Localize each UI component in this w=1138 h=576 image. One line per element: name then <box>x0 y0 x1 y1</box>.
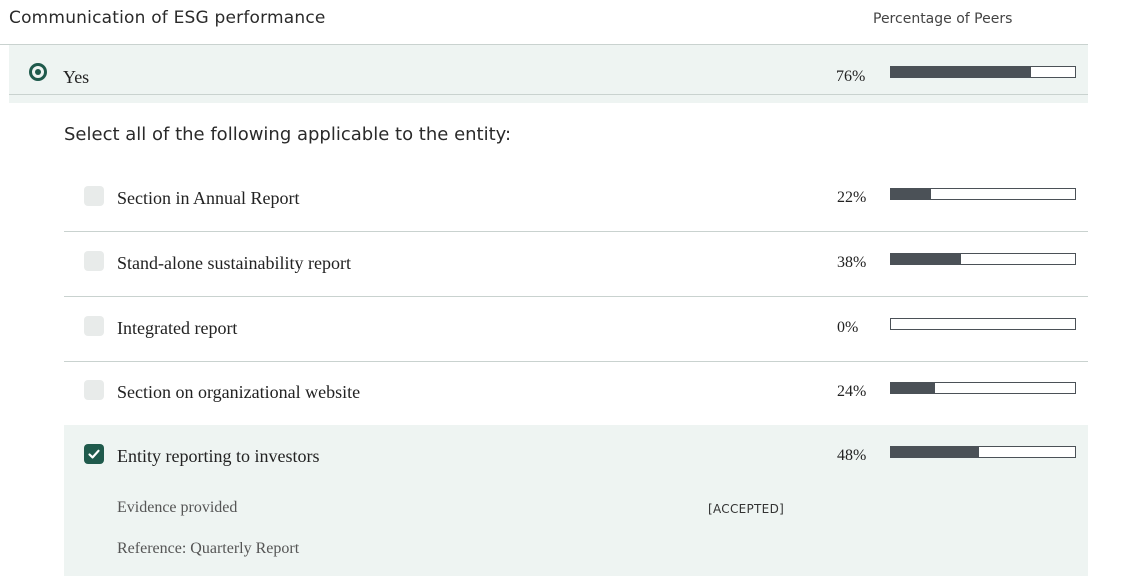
option-label: Integrated report <box>117 318 238 338</box>
peers-column-label: Percentage of Peers <box>873 11 1013 27</box>
option-row[interactable]: Stand-alone sustainability report 38% <box>64 232 1088 297</box>
option-bar <box>890 188 1076 200</box>
option-percent: 0% <box>837 319 859 336</box>
option-row[interactable]: Integrated report 0% <box>64 297 1088 362</box>
evidence-label: Evidence provided <box>117 499 238 516</box>
option-bar-fill <box>891 254 961 264</box>
checkbox-unchecked-icon[interactable] <box>84 380 104 400</box>
option-bar <box>890 253 1076 265</box>
evidence-reference: Reference: Quarterly Report <box>117 540 300 557</box>
option-percent: 48% <box>837 447 867 464</box>
evidence-status: [ACCEPTED] <box>708 502 785 516</box>
option-percent: 22% <box>837 189 867 206</box>
checkbox-checked-icon[interactable] <box>84 444 104 464</box>
checkbox-unchecked-icon[interactable] <box>84 251 104 271</box>
option-bar-fill <box>891 189 932 199</box>
question-title: Communication of ESG performance <box>9 8 326 28</box>
option-bar-fill <box>891 447 980 457</box>
option-label: Stand-alone sustainability report <box>117 253 351 273</box>
option-label: Entity reporting to investors <box>117 446 320 466</box>
question-header: Communication of ESG performance Percent… <box>0 0 1088 45</box>
option-bar <box>890 446 1076 458</box>
option-bar-fill <box>891 383 936 393</box>
option-row-selected[interactable]: Entity reporting to investors 48% Eviden… <box>64 425 1088 576</box>
option-bar <box>890 382 1076 394</box>
checkmark-icon <box>88 449 100 459</box>
answer-yes-percent: 76% <box>836 68 866 85</box>
answer-yes-label: Yes <box>63 67 90 87</box>
answer-yes-bar-fill <box>891 67 1031 77</box>
option-percent: 38% <box>837 254 867 271</box>
option-label: Section in Annual Report <box>117 188 300 208</box>
radio-selected-icon[interactable] <box>29 63 47 81</box>
checkbox-unchecked-icon[interactable] <box>84 316 104 336</box>
checkbox-unchecked-icon[interactable] <box>84 186 104 206</box>
select-instructions: Select all of the following applicable t… <box>64 124 512 145</box>
answer-yes-row[interactable]: Yes 76% <box>9 45 1088 95</box>
answer-band <box>9 95 1088 103</box>
answer-yes-bar <box>890 66 1076 78</box>
option-label: Section on organizational website <box>117 382 361 402</box>
option-row[interactable]: Section on organizational website 24% <box>64 361 1088 426</box>
option-percent: 24% <box>837 383 867 400</box>
option-row[interactable]: Section in Annual Report 22% <box>64 167 1088 232</box>
option-bar <box>890 318 1076 330</box>
